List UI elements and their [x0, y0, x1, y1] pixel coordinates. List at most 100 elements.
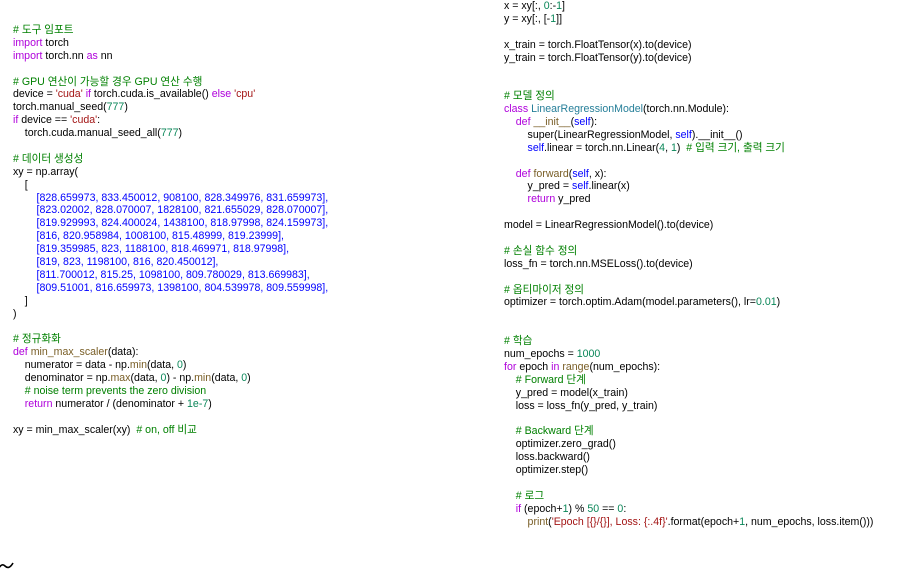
- code-line: # 도구 임포트: [13, 24, 493, 37]
- code-line: [811.700012, 815.25, 1098100, 809.780029…: [13, 269, 493, 282]
- code-line: for epoch in range(num_epochs):: [504, 361, 921, 374]
- code-token: else: [211, 88, 232, 101]
- code-token: xy = np.array(: [13, 165, 79, 178]
- code-token: # 로그: [515, 489, 545, 502]
- code-token: (epoch+: [521, 502, 563, 515]
- code-token: # Forward 단계: [515, 373, 586, 386]
- code-line: optimizer = torch.optim.Adam(model.param…: [504, 296, 921, 309]
- code-token: y_pred =: [504, 180, 573, 193]
- code-line: super(LinearRegressionModel, self).__ini…: [504, 129, 921, 142]
- code-token: min: [194, 372, 212, 385]
- code-token: torch.cuda.is_available(): [90, 88, 212, 101]
- code-line: device = 'cuda' if torch.cuda.is_availab…: [13, 88, 493, 101]
- code-line: y_train = torch.FloatTensor(y).to(device…: [504, 52, 921, 65]
- code-token: ]]: [556, 12, 563, 25]
- code-token: optimizer.zero_grad(): [504, 438, 616, 451]
- code-line: print('Epoch [{}/{}], Loss: {:.4f}'.form…: [504, 516, 921, 529]
- code-token: , x):: [588, 167, 607, 180]
- code-token: (num_epochs):: [589, 360, 661, 373]
- code-line: # Backward 단계: [504, 425, 921, 438]
- code-token: self: [572, 180, 589, 193]
- code-token: ).__init__(): [691, 128, 743, 141]
- code-line: ): [13, 308, 493, 321]
- code-token: max: [110, 372, 131, 385]
- code-token: 'cuda': [55, 88, 83, 101]
- code-line: loss = loss_fn(y_pred, y_train): [504, 400, 921, 413]
- code-token: import: [13, 49, 43, 62]
- code-token: loss_fn = torch.nn.MSELoss().to(device): [504, 257, 693, 270]
- code-line: optimizer.step(): [504, 464, 921, 477]
- code-token: # 정규화화: [13, 333, 61, 346]
- code-token: __init__: [533, 116, 571, 129]
- code-line: # noise term prevents the zero division: [13, 385, 493, 398]
- code-token: # 학습: [504, 335, 533, 348]
- code-token: xy = min_max_scaler(xy): [13, 423, 137, 436]
- code-token: as: [86, 49, 98, 62]
- code-token: loss = loss_fn(y_pred, y_train): [504, 399, 658, 412]
- code-token: (data,: [211, 372, 242, 385]
- code-line: def min_max_scaler(data):: [13, 346, 493, 359]
- code-token: 1e-7: [187, 397, 209, 410]
- code-line: num_epochs = 1000: [504, 348, 921, 361]
- code-token: 'Epoch [{}/{}], Loss: {:.4f}': [551, 515, 668, 528]
- code-token: return: [527, 193, 556, 206]
- code-line: denominator = np.max(data, 0) - np.min(d…: [13, 372, 493, 385]
- code-token: model = LinearRegressionModel().to(devic…: [504, 219, 714, 232]
- code-token: ): [676, 141, 687, 154]
- code-token: min: [129, 359, 147, 372]
- code-token: 'cuda': [70, 114, 98, 127]
- code-token: y_pred = model(x_train): [504, 386, 628, 399]
- code-line: optimizer.zero_grad(): [504, 438, 921, 451]
- code-token: def: [13, 346, 28, 359]
- code-token: (data,: [130, 372, 161, 385]
- code-token: 0.01: [755, 296, 777, 309]
- code-token: # 입력 크기, 출력 크기: [686, 141, 785, 154]
- code-line: # 손실 함수 정의: [504, 245, 921, 258]
- code-token: self: [574, 116, 591, 129]
- code-token: ): [776, 296, 781, 309]
- code-line: if device == 'cuda':: [13, 114, 493, 127]
- code-line: y = xy[:, [-1]]: [504, 13, 921, 26]
- code-token: # 데이터 생성성: [13, 152, 84, 165]
- code-line: [816, 820.958984, 1008100, 815.48999, 81…: [13, 230, 493, 243]
- code-line: # 학습: [504, 335, 921, 348]
- code-token: return: [24, 397, 53, 410]
- code-token: ]: [13, 294, 28, 307]
- code-token: class: [504, 103, 529, 116]
- code-line: xy = np.array(: [13, 166, 493, 179]
- code-token: 777: [106, 101, 125, 114]
- code-token: .format(epoch+: [667, 515, 740, 528]
- code-line: [819.359985, 823, 1188100, 818.469971, 8…: [13, 243, 493, 256]
- code-token: [811.700012, 815.25, 1098100, 809.780029…: [36, 268, 310, 281]
- code-line: # 정규화화: [13, 333, 493, 346]
- code-column-left: # 도구 임포트 import torch import torch.nn as n…: [13, 24, 493, 437]
- code-token: print: [527, 515, 549, 528]
- code-token: 777: [160, 127, 179, 140]
- code-token: , num_epochs, loss.item())): [745, 515, 874, 528]
- code-token: # on, off 비교: [136, 423, 197, 436]
- code-line: import torch.nn as nn: [13, 50, 493, 63]
- code-token: min_max_scaler: [30, 346, 108, 359]
- code-line: [819, 823, 1198100, 816, 820.450012],: [13, 256, 493, 269]
- code-token: ):: [590, 116, 598, 129]
- code-line: y_pred = self.linear(x): [504, 180, 921, 193]
- code-token: (data,: [146, 359, 178, 372]
